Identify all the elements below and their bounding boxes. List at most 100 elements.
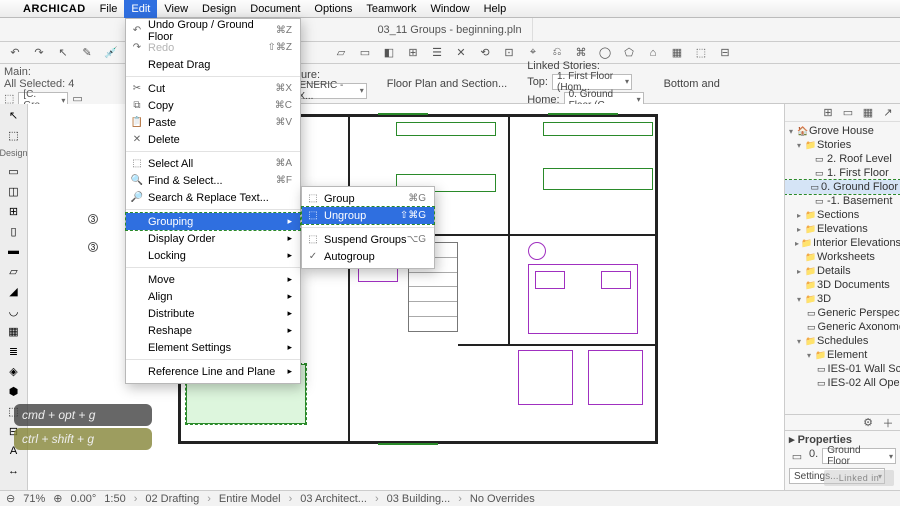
edit-icon[interactable]: ✎ [78, 44, 96, 62]
crumb[interactable]: No Overrides [470, 493, 535, 505]
door-tool[interactable]: ◫ [3, 182, 25, 200]
menu-design[interactable]: Design [195, 0, 243, 18]
menu-help[interactable]: Help [477, 0, 514, 18]
crumb[interactable]: Entire Model [219, 493, 281, 505]
tree-item[interactable]: ▸📁Details [785, 264, 900, 278]
tool-icon[interactable]: ✕ [452, 44, 470, 62]
tool-icon[interactable]: ⊞ [404, 44, 422, 62]
nav-pub-icon[interactable]: ↗ [880, 105, 896, 121]
submenu-item[interactable]: ⬚Suspend Groups⌥G [302, 231, 434, 248]
tree-item[interactable]: ▭1. First Floor [785, 166, 900, 180]
menu-item[interactable]: 🔎Search & Replace Text... [126, 189, 300, 206]
window-tool[interactable]: ⊞ [3, 202, 25, 220]
menu-item[interactable]: 📋Paste⌘V [126, 114, 300, 131]
slab-tool[interactable]: ▱ [3, 262, 25, 280]
menu-view[interactable]: View [157, 0, 195, 18]
tree-item[interactable]: ▭Generic Perspecti [785, 306, 900, 320]
menu-item[interactable]: Reshape▸ [126, 322, 300, 339]
arrow-tool[interactable]: ↖ [3, 106, 25, 124]
tree-item[interactable]: ▾🏠Grove House [785, 124, 900, 138]
menu-item[interactable]: Locking▸ [126, 247, 300, 264]
tree-item[interactable]: ▭Generic Axonomet [785, 320, 900, 334]
undo-icon[interactable]: ↶ [6, 44, 24, 62]
zoom-value[interactable]: 71% [23, 493, 45, 505]
menu-file[interactable]: File [93, 0, 125, 18]
zoom-out-icon[interactable]: ⊖ [6, 492, 15, 505]
tool-icon[interactable]: ⊟ [716, 44, 734, 62]
beam-tool[interactable]: ▬ [3, 242, 25, 260]
marquee-tool[interactable]: ⬚ [3, 126, 25, 144]
zoom-in-icon[interactable]: ⊕ [53, 492, 62, 505]
crumb[interactable]: 02 Drafting [145, 493, 199, 505]
tree-item[interactable]: ▭IES-02 All Open [785, 376, 900, 390]
tree-item[interactable]: 📁3D Documents [785, 278, 900, 292]
menu-edit[interactable]: Edit [124, 0, 157, 18]
navigator-tree[interactable]: ▾🏠Grove House▾📁Stories▭2. Roof Level▭1. … [785, 122, 900, 414]
menu-item[interactable]: Grouping▸ [126, 213, 300, 230]
nav-layout-icon[interactable]: ▦ [860, 105, 876, 121]
object-tool[interactable]: ⬢ [3, 382, 25, 400]
tree-item[interactable]: ▸📁Interior Elevations [785, 236, 900, 250]
tree-item[interactable]: ▾📁Schedules [785, 334, 900, 348]
menu-options[interactable]: Options [307, 0, 359, 18]
tool-icon[interactable]: ⬚ [692, 44, 710, 62]
grouping-submenu[interactable]: ⬚Group⌘G⬚Ungroup⇧⌘G ⬚Suspend Groups⌥G✓Aut… [301, 186, 435, 269]
menu-item[interactable]: Reference Line and Plane▸ [126, 363, 300, 380]
menu-window[interactable]: Window [423, 0, 476, 18]
tree-item[interactable]: ▭IES-01 Wall Sch [785, 362, 900, 376]
shell-tool[interactable]: ◡ [3, 302, 25, 320]
crumb[interactable]: 03 Architect... [300, 493, 367, 505]
tree-item[interactable]: ▾📁Element [785, 348, 900, 362]
stair-tool[interactable]: ≣ [3, 342, 25, 360]
tool-icon[interactable]: ◧ [380, 44, 398, 62]
menu-item[interactable]: Repeat Drag [126, 56, 300, 73]
tool-icon[interactable]: ☰ [428, 44, 446, 62]
menu-item[interactable]: ↶Undo Group / Ground Floor⌘Z [126, 22, 300, 39]
tool-icon[interactable]: ⟲ [476, 44, 494, 62]
menu-item[interactable]: Move▸ [126, 271, 300, 288]
tool-icon[interactable]: ▱ [332, 44, 350, 62]
tool-icon[interactable]: ▦ [668, 44, 686, 62]
redo-icon[interactable]: ↷ [30, 44, 48, 62]
menu-item[interactable]: Display Order▸ [126, 230, 300, 247]
submenu-item[interactable]: ⬚Ungroup⇧⌘G [302, 207, 434, 224]
tool-icon[interactable]: ⌂ [644, 44, 662, 62]
tree-item[interactable]: ▭2. Roof Level [785, 152, 900, 166]
menu-item[interactable]: Align▸ [126, 288, 300, 305]
curtain-tool[interactable]: ▦ [3, 322, 25, 340]
tree-item[interactable]: ▾📁3D [785, 292, 900, 306]
document-tab[interactable]: 03_11 Groups - beginning.pln [367, 18, 532, 41]
tree-item[interactable]: ▭-1. Basement [785, 194, 900, 208]
tree-item[interactable]: ▸📁Sections [785, 208, 900, 222]
edit-menu-dropdown[interactable]: ↶Undo Group / Ground Floor⌘Z↷Redo⇧⌘ZRepe… [125, 18, 301, 384]
menu-document[interactable]: Document [243, 0, 307, 18]
scale-value[interactable]: 1:50 [104, 493, 125, 505]
submenu-item[interactable]: ⬚Group⌘G [302, 190, 434, 207]
column-tool[interactable]: ▯ [3, 222, 25, 240]
menu-item[interactable]: ⬚Select All⌘A [126, 155, 300, 172]
nav-map-icon[interactable]: ⊞ [820, 105, 836, 121]
tool-icon[interactable]: ▭ [356, 44, 374, 62]
top-story-dropdown[interactable]: 1. First Floor (Hom... [552, 74, 632, 90]
menu-teamwork[interactable]: Teamwork [359, 0, 423, 18]
properties-story[interactable]: Ground Floor [822, 448, 896, 464]
nav-new-icon[interactable]: ＋ [880, 415, 896, 431]
menu-item[interactable]: ⧉Copy⌘C [126, 97, 300, 114]
submenu-item[interactable]: ✓Autogroup [302, 248, 434, 265]
roof-tool[interactable]: ◢ [3, 282, 25, 300]
nav-view-icon[interactable]: ▭ [840, 105, 856, 121]
menu-item[interactable]: ✂Cut⌘X [126, 80, 300, 97]
menu-item[interactable]: 🔍Find & Select...⌘F [126, 172, 300, 189]
tree-item[interactable]: ▸📁Elevations [785, 222, 900, 236]
wall-tool[interactable]: ▭ [3, 162, 25, 180]
menu-app[interactable]: ARCHICAD [16, 0, 93, 18]
eyedropper-icon[interactable]: 💉 [102, 44, 120, 62]
tree-item[interactable]: ▭0. Ground Floor [785, 180, 900, 194]
menu-item[interactable]: ✕Delete [126, 131, 300, 148]
crumb[interactable]: 03 Building... [387, 493, 451, 505]
cursor-icon[interactable]: ↖ [54, 44, 72, 62]
morph-tool[interactable]: ◈ [3, 362, 25, 380]
menu-item[interactable]: Element Settings▸ [126, 339, 300, 356]
menu-item[interactable]: Distribute▸ [126, 305, 300, 322]
tree-item[interactable]: ▾📁Stories [785, 138, 900, 152]
